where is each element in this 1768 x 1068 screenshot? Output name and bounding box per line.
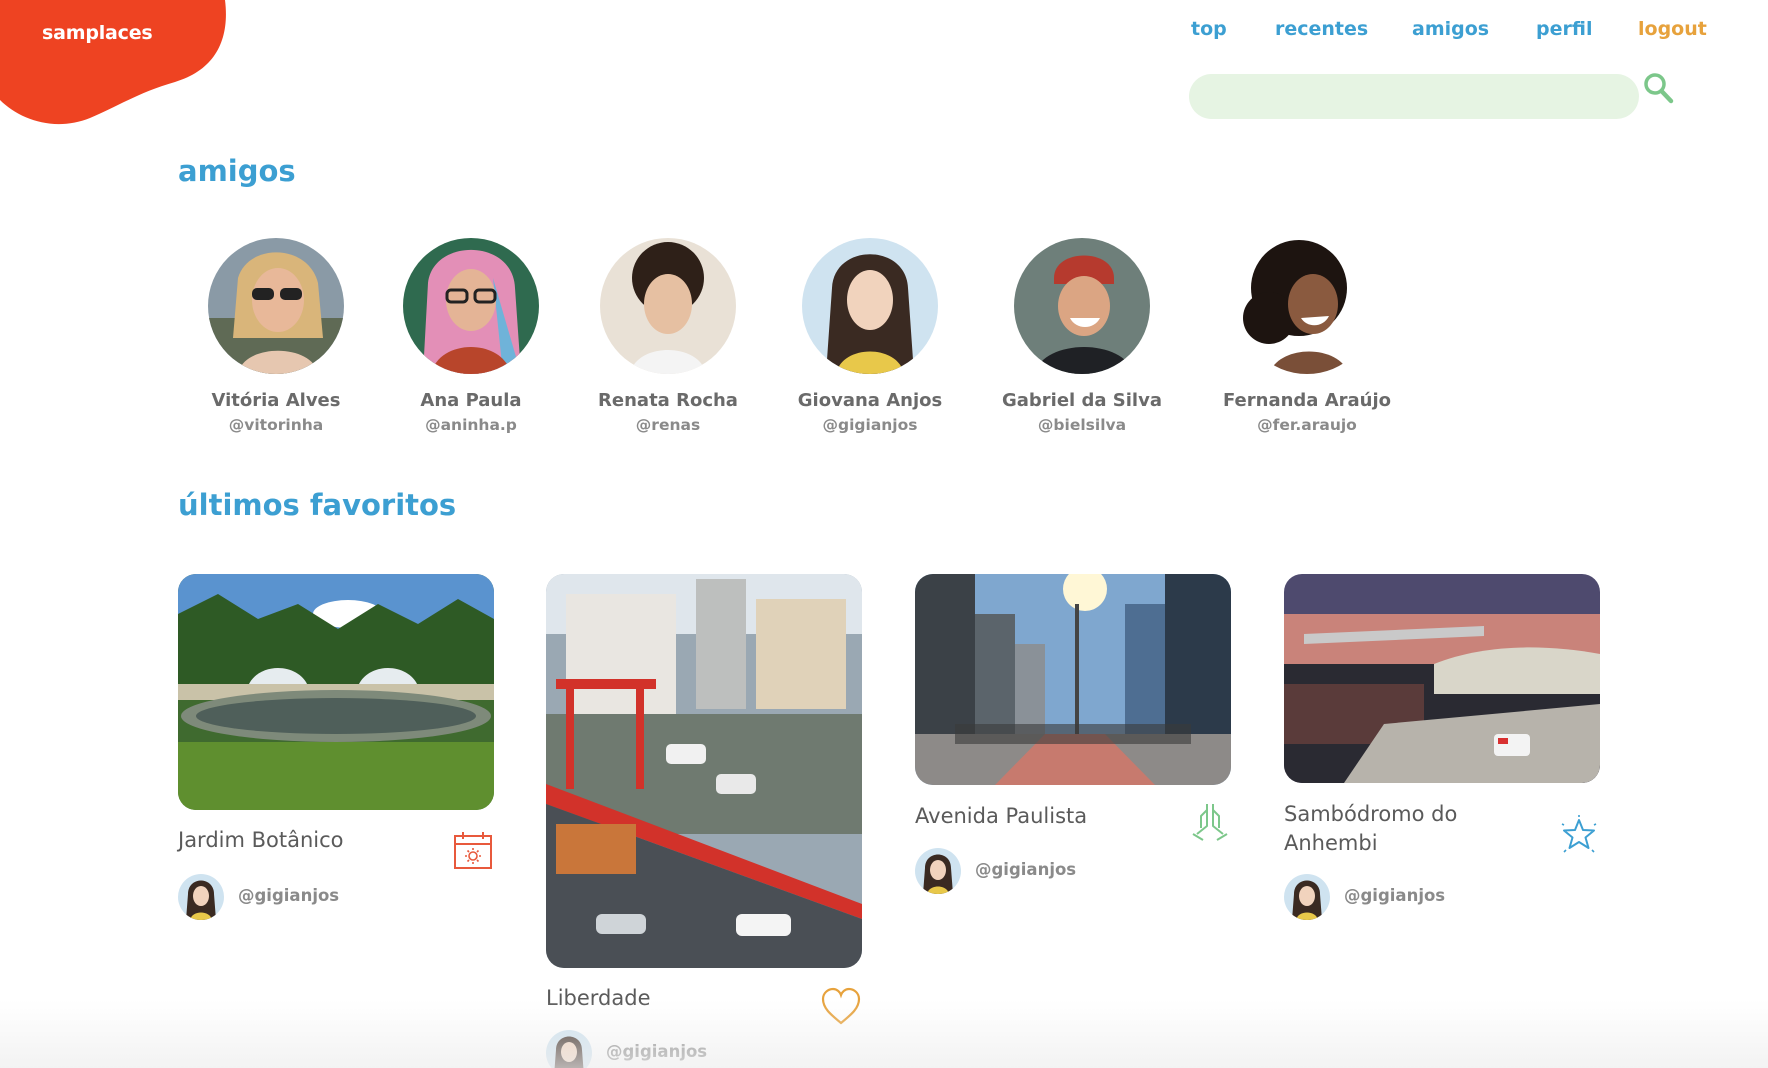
search-input[interactable] xyxy=(1189,74,1639,119)
friends-title: amigos xyxy=(178,154,296,188)
user-handle: @gigianjos xyxy=(1344,886,1446,905)
nav-amigos[interactable]: amigos xyxy=(1412,18,1489,40)
friend-card[interactable]: Giovana Anjos @gigianjos xyxy=(780,238,960,434)
place-name[interactable]: Avenida Paulista xyxy=(915,802,1155,831)
search-icon[interactable] xyxy=(1643,72,1675,106)
place-photo[interactable] xyxy=(915,574,1231,785)
card-user[interactable]: @gigianjos xyxy=(178,874,418,920)
praying-hands-icon[interactable] xyxy=(1189,800,1231,842)
friend-handle: @bielsilva xyxy=(1037,416,1127,434)
avatar xyxy=(600,238,736,374)
user-handle: @gigianjos xyxy=(238,886,340,905)
place-name[interactable]: Liberdade xyxy=(546,984,786,1013)
friend-handle: @vitorinha xyxy=(228,416,324,434)
card-user[interactable]: @gigianjos xyxy=(546,1030,786,1068)
favorite-card[interactable]: Avenida Paulista @gigianjos xyxy=(915,574,1231,894)
friend-name: Fernanda Araújo xyxy=(1222,390,1392,411)
top-nav: top recentes amigos perfil logout xyxy=(1180,18,1720,48)
place-name[interactable]: Sambódromo do Anhembi xyxy=(1284,800,1524,858)
avatar xyxy=(1239,238,1375,374)
favorite-card[interactable]: Sambódromo do Anhembi @gigianjos xyxy=(1284,574,1600,920)
bottom-fade xyxy=(0,1000,1768,1068)
favorite-card[interactable]: Liberdade @gigianjos xyxy=(546,574,862,1068)
friend-name: Vitória Alves xyxy=(211,390,341,411)
place-photo[interactable] xyxy=(178,574,494,810)
user-avatar xyxy=(1284,874,1330,920)
nav-perfil[interactable]: perfil xyxy=(1536,18,1592,40)
place-name[interactable]: Jardim Botânico xyxy=(178,826,418,855)
calendar-sun-icon[interactable] xyxy=(452,830,494,872)
friend-handle: @gigianjos xyxy=(822,416,918,434)
heart-icon[interactable] xyxy=(820,986,862,1028)
friend-card[interactable]: Vitória Alves @vitorinha xyxy=(186,238,366,434)
user-handle: @gigianjos xyxy=(606,1042,708,1061)
user-avatar xyxy=(546,1030,592,1068)
brand-logo[interactable]: samplaces xyxy=(0,0,230,130)
user-handle: @gigianjos xyxy=(975,860,1077,879)
place-photo[interactable] xyxy=(1284,574,1600,783)
friend-name: Renata Rocha xyxy=(598,390,738,411)
friend-card[interactable]: Gabriel da Silva @bielsilva xyxy=(992,238,1172,434)
friend-card[interactable]: Renata Rocha @renas xyxy=(578,238,758,434)
card-user[interactable]: @gigianjos xyxy=(1284,874,1524,920)
user-avatar xyxy=(178,874,224,920)
friend-handle: @fer.araujo xyxy=(1257,416,1357,434)
favorite-card[interactable]: Jardim Botânico @gigianjos xyxy=(178,574,494,920)
avatar xyxy=(1014,238,1150,374)
friend-handle: @renas xyxy=(635,416,701,434)
favorites-title: últimos favoritos xyxy=(178,488,457,522)
friend-name: Gabriel da Silva xyxy=(1002,390,1162,411)
nav-logout[interactable]: logout xyxy=(1638,18,1707,40)
friend-card[interactable]: Ana Paula @aninha.p xyxy=(381,238,561,434)
friend-card[interactable]: Fernanda Araújo @fer.araujo xyxy=(1217,238,1397,434)
nav-top[interactable]: top xyxy=(1191,18,1227,40)
avatar xyxy=(403,238,539,374)
card-user[interactable]: @gigianjos xyxy=(915,848,1155,894)
brand-name: samplaces xyxy=(42,22,153,44)
star-icon[interactable] xyxy=(1558,814,1600,856)
friend-handle: @aninha.p xyxy=(425,416,517,434)
avatar xyxy=(802,238,938,374)
place-photo[interactable] xyxy=(546,574,862,968)
avatar xyxy=(208,238,344,374)
friend-name: Ana Paula xyxy=(420,390,522,411)
nav-recentes[interactable]: recentes xyxy=(1275,18,1368,40)
friend-name: Giovana Anjos xyxy=(797,390,943,411)
user-avatar xyxy=(915,848,961,894)
